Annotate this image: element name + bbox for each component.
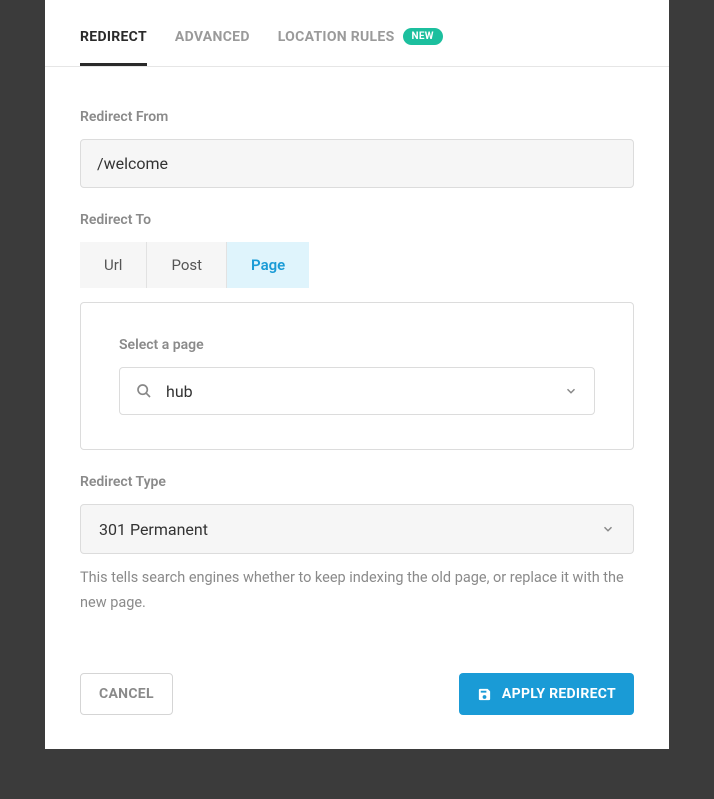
- tab-redirect[interactable]: Redirect: [80, 0, 147, 66]
- new-badge: New: [403, 28, 443, 45]
- redirect-type-help: This tells search engines whether to kee…: [80, 566, 634, 615]
- cancel-button[interactable]: Cancel: [80, 673, 173, 715]
- option-post[interactable]: Post: [147, 242, 227, 288]
- redirect-type-group: Redirect Type 301 Permanent This tells s…: [80, 474, 634, 615]
- page-select-label: Select a page: [119, 337, 595, 353]
- option-url-label: Url: [104, 256, 122, 274]
- redirect-type-label: Redirect Type: [80, 474, 634, 490]
- content: Redirect From /welcome Redirect To Url P…: [45, 67, 669, 615]
- cancel-label: Cancel: [99, 686, 154, 702]
- apply-redirect-button[interactable]: Apply Redirect: [459, 673, 634, 715]
- option-page[interactable]: Page: [227, 242, 309, 288]
- save-icon: [477, 687, 492, 702]
- redirect-from-group: Redirect From /welcome: [80, 109, 634, 188]
- tab-advanced-label: Advanced: [175, 29, 250, 45]
- redirect-type-value: 301 Permanent: [99, 520, 587, 539]
- page-select-value: hub: [166, 382, 550, 401]
- tab-redirect-label: Redirect: [80, 29, 147, 45]
- search-icon: [136, 383, 152, 399]
- redirect-from-value: /welcome: [97, 154, 168, 173]
- chevron-down-icon: [601, 522, 615, 536]
- option-url[interactable]: Url: [80, 242, 147, 288]
- tabs: Redirect Advanced Location Rules New: [45, 0, 669, 67]
- page-select-panel: Select a page hub: [80, 302, 634, 450]
- redirect-from-label: Redirect From: [80, 109, 634, 125]
- redirect-to-group: Redirect To Url Post Page Select a page: [80, 212, 634, 450]
- page-select-input[interactable]: hub: [119, 367, 595, 415]
- redirect-type-select[interactable]: 301 Permanent: [80, 504, 634, 554]
- chevron-down-icon: [564, 384, 578, 398]
- redirect-from-input[interactable]: /welcome: [80, 139, 634, 188]
- modal-container: Redirect Advanced Location Rules New Red…: [45, 0, 669, 749]
- apply-label: Apply Redirect: [502, 686, 616, 702]
- option-post-label: Post: [171, 256, 202, 274]
- footer: Cancel Apply Redirect: [45, 645, 669, 749]
- tab-advanced[interactable]: Advanced: [175, 0, 250, 66]
- tab-location-rules-label: Location Rules: [278, 29, 395, 45]
- redirect-to-options: Url Post Page: [80, 242, 309, 288]
- option-page-label: Page: [251, 256, 285, 274]
- redirect-to-label: Redirect To: [80, 212, 634, 228]
- tab-location-rules[interactable]: Location Rules New: [278, 0, 443, 66]
